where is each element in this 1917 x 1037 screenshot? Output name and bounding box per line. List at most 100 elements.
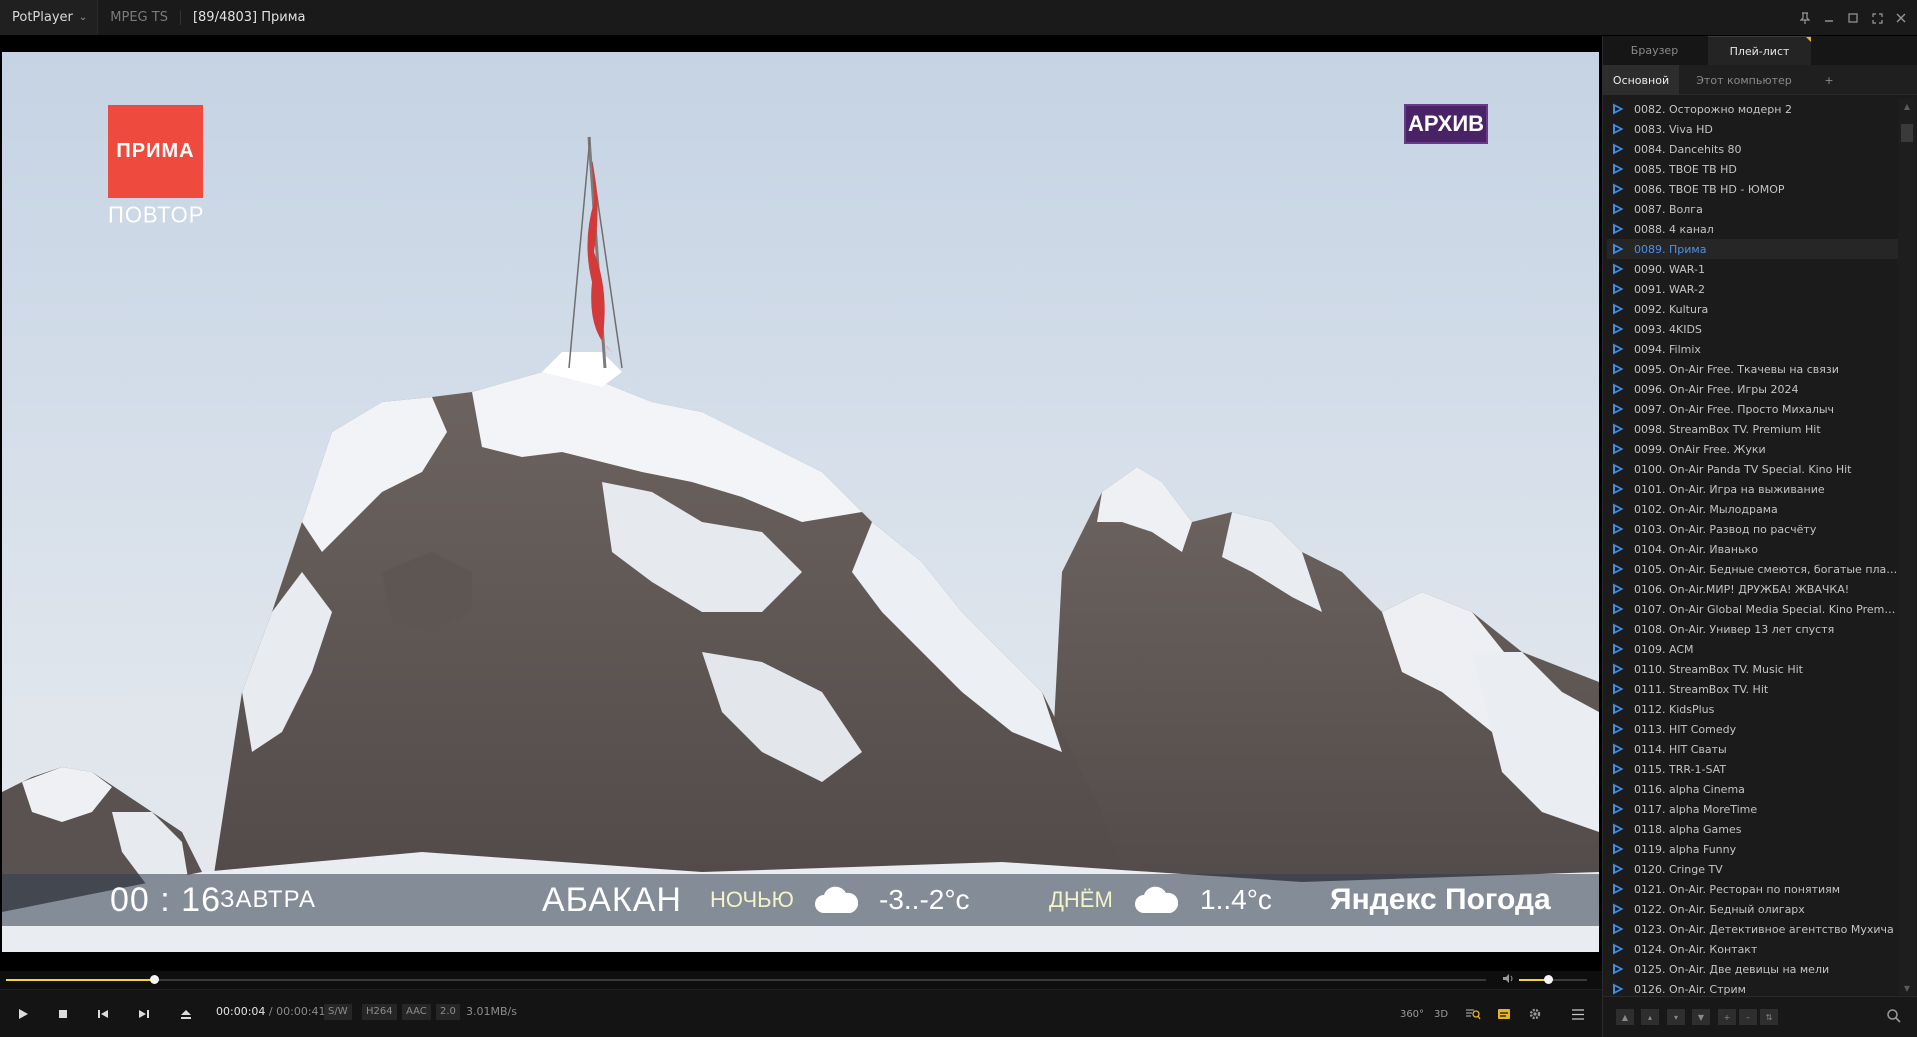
- video-codec-tag[interactable]: H264: [362, 1004, 397, 1020]
- playlist-item[interactable]: 0106. On-Air.МИР! ДРУЖБА! ЖВАЧКА!: [1607, 579, 1898, 599]
- subtitle-icon[interactable]: [1493, 1003, 1515, 1025]
- audio-channels-tag[interactable]: 2.0: [436, 1004, 460, 1020]
- playlist-item[interactable]: 0126. On-Air. Стрим: [1607, 979, 1898, 995]
- playlist-item[interactable]: 0122. On-Air. Бедный олигарх: [1607, 899, 1898, 919]
- vr-360-button[interactable]: 360°: [1400, 1003, 1424, 1025]
- playlist-item[interactable]: 0097. On-Air Free. Просто Михалыч: [1607, 399, 1898, 419]
- filter-search-icon[interactable]: [1462, 1003, 1484, 1025]
- playlist-item[interactable]: 0115. TRR-1-SAT: [1607, 759, 1898, 779]
- playlist-item[interactable]: 0111. StreamBox TV. Hit: [1607, 679, 1898, 699]
- playlist-item[interactable]: 0105. On-Air. Бедные смеются, богатые пл…: [1607, 559, 1898, 579]
- playlist-item[interactable]: 0116. alpha Cinema: [1607, 779, 1898, 799]
- scroll-up-icon[interactable]: ▲: [1898, 99, 1916, 113]
- video-area[interactable]: ПРИМА ПОВТОР АРХИВ 00 : 16 ЗАВТРА АБАКАН…: [0, 36, 1602, 971]
- 3d-button[interactable]: 3D: [1430, 1003, 1452, 1025]
- overlay-day-label: ДНЁМ: [1049, 887, 1113, 912]
- tab-this-computer[interactable]: Этот компьютер: [1681, 65, 1807, 95]
- playlist-item[interactable]: 0107. On-Air Global Media Special. Kino …: [1607, 599, 1898, 619]
- playlist-item[interactable]: 0125. On-Air. Две девицы на мели: [1607, 959, 1898, 979]
- playlist-item[interactable]: 0089. Прима: [1607, 239, 1898, 259]
- seek-track[interactable]: [6, 975, 1486, 984]
- playlist-item[interactable]: 0091. WAR-2: [1607, 279, 1898, 299]
- playlist-item[interactable]: 0093. 4KIDS: [1607, 319, 1898, 339]
- fullscreen-icon[interactable]: [1867, 8, 1887, 28]
- remove-item-icon[interactable]: –: [1739, 1009, 1757, 1025]
- add-item-icon[interactable]: +: [1718, 1009, 1736, 1025]
- playlist-item[interactable]: 0095. On-Air Free. Ткачевы на связи: [1607, 359, 1898, 379]
- archive-badge: АРХИВ: [1404, 104, 1488, 144]
- playlist-scrollbar[interactable]: ▲ ▼: [1898, 99, 1916, 995]
- playlist-item-label: 0094. Filmix: [1634, 342, 1701, 356]
- pin-icon[interactable]: [1795, 8, 1815, 28]
- playlist-item[interactable]: 0102. On-Air. Мылодрама: [1607, 499, 1898, 519]
- menu-icon[interactable]: [1567, 1003, 1589, 1025]
- playlist-item[interactable]: 0098. StreamBox TV. Premium Hit: [1607, 419, 1898, 439]
- playlist-item[interactable]: 0086. ТВОЕ ТВ HD - ЮМОР: [1607, 179, 1898, 199]
- minimize-icon[interactable]: [1819, 8, 1839, 28]
- playlist-item[interactable]: 0099. OnAir Free. Жуки: [1607, 439, 1898, 459]
- playlist-item-label: 0123. On-Air. Детективное агентство Мухи…: [1634, 922, 1894, 936]
- playlist-item[interactable]: 0114. HIT Сваты: [1607, 739, 1898, 759]
- scroll-down-icon[interactable]: ▼: [1898, 981, 1916, 995]
- playlist-item[interactable]: 0087. Волга: [1607, 199, 1898, 219]
- play-icon: [1612, 203, 1624, 215]
- video-frame[interactable]: ПРИМА ПОВТОР АРХИВ 00 : 16 ЗАВТРА АБАКАН…: [2, 52, 1599, 952]
- playlist-item[interactable]: 0088. 4 канал: [1607, 219, 1898, 239]
- scroll-thumb[interactable]: [1901, 124, 1913, 142]
- playlist-item[interactable]: 0103. On-Air. Развод по расчёту: [1607, 519, 1898, 539]
- playlist-item[interactable]: 0109. ACM: [1607, 639, 1898, 659]
- playlist-item[interactable]: 0092. Kultura: [1607, 299, 1898, 319]
- playlist-item[interactable]: 0120. Cringe TV: [1607, 859, 1898, 879]
- playlist-item[interactable]: 0096. On-Air Free. Игры 2024: [1607, 379, 1898, 399]
- playlist-item[interactable]: 0119. alpha Funny: [1607, 839, 1898, 859]
- volume-slider[interactable]: [1519, 975, 1587, 984]
- move-bottom-icon[interactable]: ▼: [1692, 1009, 1710, 1025]
- move-top-icon[interactable]: ▲: [1616, 1009, 1634, 1025]
- sort-icon[interactable]: ⇅: [1760, 1009, 1778, 1025]
- playlist-item[interactable]: 0100. On-Air Panda TV Special. Kino Hit: [1607, 459, 1898, 479]
- playlist-item[interactable]: 0101. On-Air. Игра на выживание: [1607, 479, 1898, 499]
- playlist-item[interactable]: 0084. Dancehits 80: [1607, 139, 1898, 159]
- maximize-icon[interactable]: [1843, 8, 1863, 28]
- next-button[interactable]: [133, 1003, 155, 1025]
- play-icon: [1612, 463, 1624, 475]
- playlist-item[interactable]: 0082. Осторожно модерн 2: [1607, 99, 1898, 119]
- search-icon[interactable]: [1886, 1008, 1904, 1026]
- playlist-item[interactable]: 0121. On-Air. Ресторан по понятиям: [1607, 879, 1898, 899]
- playlist-item[interactable]: 0083. Viva HD: [1607, 119, 1898, 139]
- previous-button[interactable]: [92, 1003, 114, 1025]
- tab-main-playlist[interactable]: Основной: [1603, 65, 1679, 95]
- seek-thumb[interactable]: [150, 975, 159, 984]
- add-tab-button[interactable]: +: [1819, 65, 1839, 95]
- volume-thumb[interactable]: [1543, 975, 1553, 984]
- gear-icon[interactable]: [1524, 1003, 1546, 1025]
- playlist-item[interactable]: 0123. On-Air. Детективное агентство Мухи…: [1607, 919, 1898, 939]
- playlist-item[interactable]: 0110. StreamBox TV. Music Hit: [1607, 659, 1898, 679]
- playlist-item-label: 0118. alpha Games: [1634, 822, 1742, 836]
- move-up-icon[interactable]: ▴: [1641, 1009, 1659, 1025]
- playlist-item[interactable]: 0108. On-Air. Универ 13 лет спустя: [1607, 619, 1898, 639]
- playlist[interactable]: 0082. Осторожно модерн 2 0083. Viva HD 008…: [1607, 99, 1898, 995]
- playlist-item[interactable]: 0094. Filmix: [1607, 339, 1898, 359]
- eject-open-button[interactable]: [175, 1003, 197, 1025]
- playlist-item[interactable]: 0112. KidsPlus: [1607, 699, 1898, 719]
- volume-icon[interactable]: [1502, 973, 1514, 987]
- stop-button[interactable]: [52, 1003, 74, 1025]
- playlist-item[interactable]: 0113. HIT Comedy: [1607, 719, 1898, 739]
- time-display[interactable]: 00:00:04 / 00:00:41: [216, 1005, 326, 1018]
- move-down-icon[interactable]: ▾: [1667, 1009, 1685, 1025]
- playlist-item[interactable]: 0085. ТВОЕ ТВ HD: [1607, 159, 1898, 179]
- playlist-item[interactable]: 0104. On-Air. Иванько: [1607, 539, 1898, 559]
- tab-playlist[interactable]: Плей-лист: [1708, 36, 1811, 65]
- play-icon: [1612, 883, 1624, 895]
- playlist-item[interactable]: 0117. alpha MoreTime: [1607, 799, 1898, 819]
- tab-browser[interactable]: Браузер: [1603, 36, 1706, 65]
- app-menu-button[interactable]: PotPlayer ⌄: [0, 0, 99, 35]
- playlist-item[interactable]: 0090. WAR-1: [1607, 259, 1898, 279]
- close-icon[interactable]: [1891, 8, 1911, 28]
- play-button[interactable]: [12, 1003, 34, 1025]
- audio-codec-tag[interactable]: AAC: [402, 1004, 431, 1020]
- playlist-item[interactable]: 0118. alpha Games: [1607, 819, 1898, 839]
- decoder-tag[interactable]: S/W: [324, 1004, 352, 1020]
- playlist-item[interactable]: 0124. On-Air. Контакт: [1607, 939, 1898, 959]
